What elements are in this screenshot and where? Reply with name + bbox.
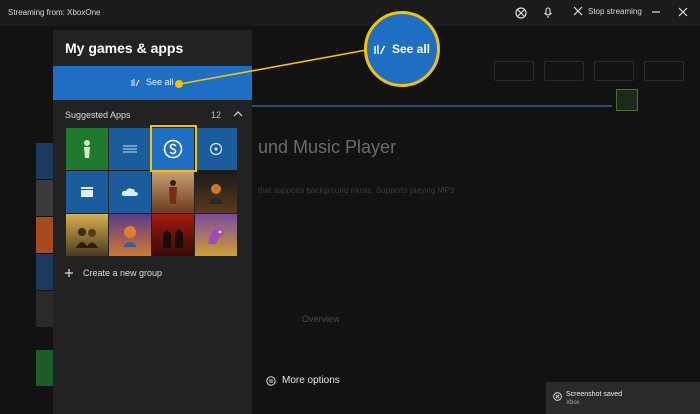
stop-streaming-label: Stop streaming — [588, 6, 642, 16]
library-icon — [131, 78, 140, 86]
minimize-icon[interactable] — [650, 6, 662, 18]
close-icon[interactable] — [677, 6, 689, 18]
spyro-tile[interactable] — [195, 214, 237, 256]
background-tile — [36, 143, 54, 179]
library-icon — [374, 44, 386, 54]
xbox-icon — [553, 392, 562, 401]
more-button[interactable] — [644, 61, 684, 81]
avatar-app-tile[interactable] — [66, 128, 108, 170]
selection-highlight — [150, 125, 197, 172]
stop-streaming-button[interactable]: Stop streaming — [573, 6, 642, 16]
progress-line — [252, 105, 612, 107]
callout-dot — [175, 80, 183, 88]
screenshot-toast[interactable]: Screenshot saved Xbox — [546, 382, 700, 414]
crash-bandicoot-tile[interactable] — [109, 214, 151, 256]
background-tile — [36, 291, 54, 327]
microphone-icon[interactable] — [542, 7, 554, 19]
cloud-icon — [121, 188, 138, 196]
dragon-icon — [208, 228, 224, 244]
section-title: Suggested Apps — [65, 110, 131, 120]
tab-overview[interactable]: Overview — [302, 314, 340, 324]
callout-label: See all — [391, 42, 431, 56]
see-all-callout: See all — [364, 11, 440, 87]
chevron-up-icon[interactable] — [233, 110, 243, 118]
more-options-button[interactable]: More options — [266, 375, 340, 386]
lines-icon — [123, 145, 137, 153]
background-tile — [36, 254, 54, 290]
stop-icon — [573, 6, 583, 16]
store-button[interactable] — [494, 61, 534, 81]
search-button[interactable] — [594, 61, 634, 81]
background-tile — [36, 350, 54, 386]
warrior-figure-icon — [169, 180, 177, 204]
borderlands-tile[interactable] — [66, 214, 108, 256]
see-all-label: See all — [146, 77, 174, 87]
soldier-icon — [208, 184, 224, 204]
crash-character-icon — [123, 226, 137, 247]
menu-app-tile[interactable] — [109, 128, 151, 170]
downloads-button[interactable] — [544, 61, 584, 81]
more-options-label: More options — [282, 375, 340, 386]
streaming-title: Streaming from: XboxOne — [8, 8, 101, 17]
menu-circle-icon — [266, 375, 276, 386]
characters-icon — [76, 228, 98, 248]
my-games-apps-panel: My games & apps See all Suggested Apps 1… — [53, 30, 252, 414]
background-tile — [36, 217, 54, 253]
clapperboard-icon — [81, 187, 93, 197]
assassins-creed-tile[interactable] — [152, 171, 194, 213]
create-group-label: Create a new group — [83, 268, 163, 278]
movies-app-tile[interactable] — [66, 171, 108, 213]
create-group-button[interactable]: Create a new group — [65, 268, 162, 278]
background-tile — [36, 180, 54, 216]
onedrive-app-tile[interactable] — [109, 171, 151, 213]
groove-icon — [209, 142, 223, 156]
cowboys-icon — [163, 229, 183, 248]
pause-button[interactable] — [616, 89, 638, 111]
groove-app-tile[interactable] — [195, 128, 237, 170]
red-dead-redemption-tile[interactable] — [152, 214, 194, 256]
toast-subtitle: Xbox — [566, 400, 580, 406]
person-icon — [84, 140, 90, 158]
section-count: 12 — [211, 110, 222, 120]
background-app-title: und Music Player — [258, 137, 397, 157]
panel-title: My games & apps — [65, 40, 184, 56]
streaming-titlebar: Streaming from: XboxOne Stop streaming — [0, 0, 700, 26]
plus-icon — [65, 269, 73, 277]
toast-title: Screenshot saved — [566, 391, 623, 398]
background-app-description: that supports background music. Supports… — [258, 186, 455, 195]
xbox-icon[interactable] — [515, 7, 527, 19]
see-all-button[interactable]: See all — [53, 66, 252, 100]
black-ops-tile[interactable] — [195, 171, 237, 213]
